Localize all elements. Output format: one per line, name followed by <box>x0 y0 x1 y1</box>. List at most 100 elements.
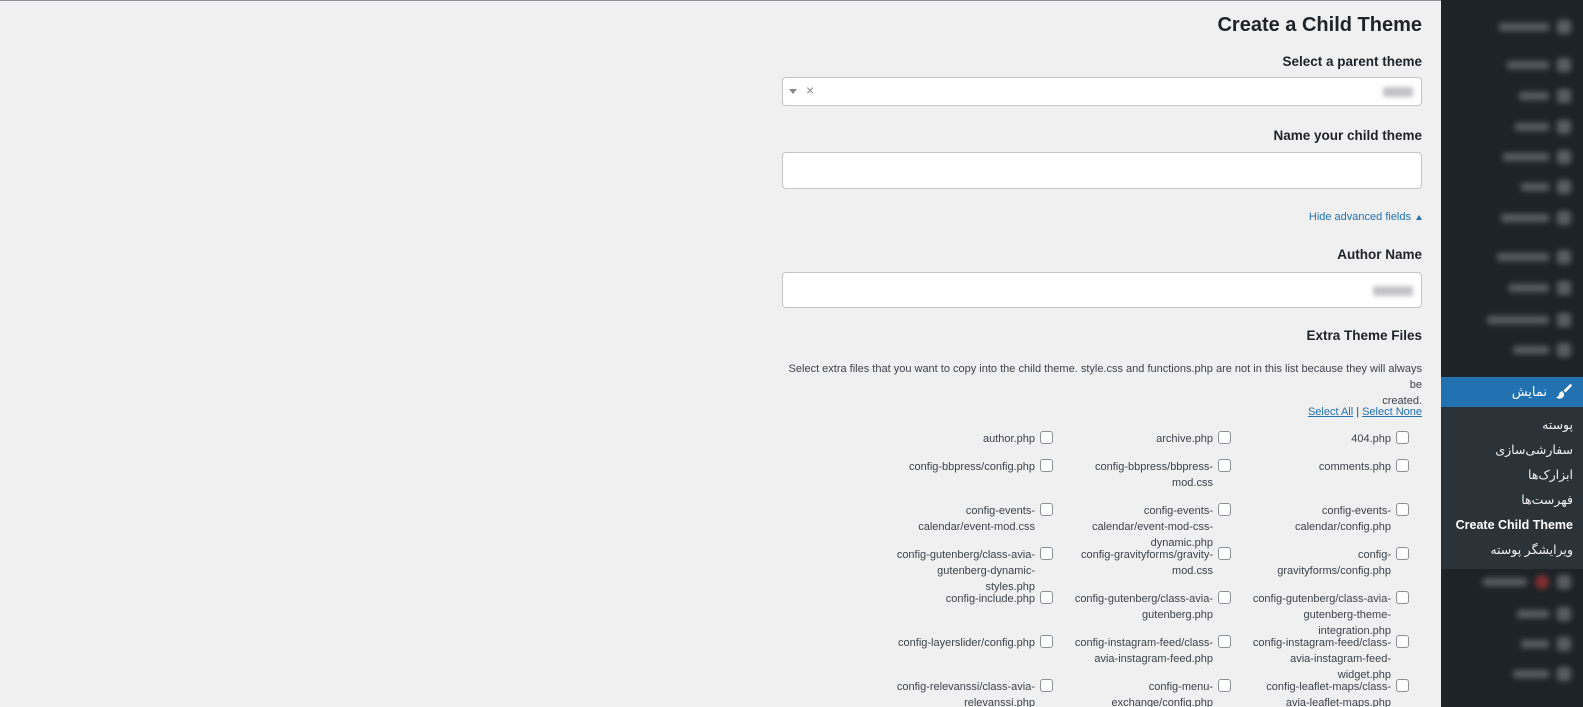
extra-files-description: Select extra files that you want to copy… <box>788 363 1422 407</box>
menu-icon <box>1557 20 1571 34</box>
chevron-down-icon[interactable] <box>789 89 797 94</box>
file-label: config-bbpress/config.php <box>909 461 1035 473</box>
top-border <box>0 0 1441 1</box>
sidebar-item-blurred[interactable] <box>1483 575 1571 589</box>
file-checkbox[interactable] <box>1396 591 1409 604</box>
selected-theme-value <box>1383 87 1413 97</box>
child-theme-name-input[interactable] <box>782 152 1422 189</box>
file-label: config-menu-exchange/config.php <box>1111 681 1213 707</box>
submenu-themes[interactable]: پوسته <box>1441 413 1583 438</box>
file-item[interactable]: config-layerslider/config.php <box>895 635 1053 651</box>
file-label: config-layerslider/config.php <box>898 637 1035 649</box>
sidebar-item-blurred[interactable] <box>1507 58 1571 72</box>
file-item[interactable]: config-instagram-feed/class-avia-instagr… <box>1073 635 1231 667</box>
file-item[interactable]: config-bbpress/bbpress-mod.css <box>1073 459 1231 491</box>
file-checkbox[interactable] <box>1218 547 1231 560</box>
sidebar-item-blurred[interactable] <box>1519 89 1571 103</box>
file-item[interactable]: config-gravityforms/config.php <box>1251 547 1409 579</box>
menu-icon <box>1557 120 1571 134</box>
file-checkbox[interactable] <box>1040 547 1053 560</box>
file-item[interactable]: config-gutenberg/class-avia-gutenberg.ph… <box>1073 591 1231 623</box>
file-checkbox[interactable] <box>1396 431 1409 444</box>
file-item[interactable]: config-gutenberg/class-avia-gutenberg-th… <box>1251 591 1409 639</box>
file-item[interactable]: comments.php <box>1251 459 1409 475</box>
file-item[interactable]: config-events-calendar/event-mod.css <box>895 503 1053 535</box>
menu-icon <box>1557 281 1571 295</box>
file-checkbox[interactable] <box>1040 503 1053 516</box>
menu-icon <box>1557 343 1571 357</box>
file-item[interactable]: config-leaflet-maps/class-avia-leaflet-m… <box>1251 679 1409 707</box>
file-label: config-gutenberg/class-avia-gutenberg.ph… <box>1074 593 1213 621</box>
sidebar-item-blurred[interactable] <box>1497 250 1571 264</box>
file-checkbox[interactable] <box>1218 679 1231 692</box>
sidebar-item-blurred[interactable] <box>1517 607 1571 621</box>
file-item[interactable]: config-gutenberg/class-avia-gutenberg-dy… <box>895 547 1053 595</box>
file-checkbox[interactable] <box>1218 459 1231 472</box>
file-label: config-include.php <box>945 593 1035 605</box>
submenu-theme-editor[interactable]: ویرایشگر پوسته <box>1441 538 1583 563</box>
file-label: author.php <box>983 433 1035 445</box>
sidebar-item-blurred[interactable] <box>1513 343 1571 357</box>
author-name-input[interactable] <box>782 272 1422 308</box>
file-checkbox[interactable] <box>1218 431 1231 444</box>
file-checkbox[interactable] <box>1396 635 1409 648</box>
sidebar-item-blurred[interactable] <box>1501 211 1571 225</box>
file-item[interactable]: config-bbpress/config.php <box>895 459 1053 475</box>
submenu-create-child-theme[interactable]: Create Child Theme <box>1441 513 1583 538</box>
sidebar-item-blurred[interactable] <box>1513 667 1571 681</box>
menu-icon <box>1557 575 1571 589</box>
submenu-menus[interactable]: فهرست‌ها <box>1441 488 1583 513</box>
parent-theme-select[interactable]: × <box>782 77 1422 106</box>
file-item[interactable]: config-include.php <box>895 591 1053 607</box>
file-checkbox[interactable] <box>1040 431 1053 444</box>
file-item[interactable]: author.php <box>895 431 1053 447</box>
sidebar-item-blurred[interactable] <box>1509 281 1571 295</box>
file-checkbox[interactable] <box>1040 591 1053 604</box>
file-checkbox[interactable] <box>1396 547 1409 560</box>
file-checkbox[interactable] <box>1396 503 1409 516</box>
file-checkbox[interactable] <box>1040 635 1053 648</box>
file-item[interactable]: config-gravityforms/gravity-mod.css <box>1073 547 1231 579</box>
file-checkbox[interactable] <box>1040 679 1053 692</box>
file-checkbox[interactable] <box>1396 679 1409 692</box>
sidebar-item-blurred[interactable] <box>1515 120 1571 134</box>
appearance-submenu: پوسته سفارشی‌سازی ابزارک‌ها فهرست‌ها Cre… <box>1441 407 1583 569</box>
file-label: config-gutenberg/class-avia-gutenberg-th… <box>1252 593 1391 637</box>
file-label: config-relevanssi/class-avia-relevanssi.… <box>896 681 1035 707</box>
sidebar-item-blurred[interactable] <box>1499 20 1571 34</box>
file-item[interactable]: config-events-calendar/config.php <box>1251 503 1409 535</box>
sidebar-item-blurred[interactable] <box>1503 150 1571 164</box>
sidebar-item-blurred[interactable] <box>1521 637 1571 651</box>
file-checkbox[interactable] <box>1218 503 1231 516</box>
file-checkbox[interactable] <box>1218 635 1231 648</box>
file-label: archive.php <box>1156 433 1213 445</box>
file-label: config-gravityforms/config.php <box>1277 549 1391 577</box>
submenu-widgets[interactable]: ابزارک‌ها <box>1441 463 1583 488</box>
menu-icon <box>1557 89 1571 103</box>
select-all-link[interactable]: Select All <box>1308 406 1353 418</box>
paintbrush-icon <box>1556 384 1572 399</box>
sidebar-item-blurred[interactable] <box>1487 313 1571 327</box>
menu-icon <box>1557 607 1571 621</box>
file-label: config-bbpress/bbpress-mod.css <box>1094 461 1213 489</box>
sidebar-item-appearance[interactable]: نمایش <box>1433 377 1583 407</box>
file-item[interactable]: config-relevanssi/class-avia-relevanssi.… <box>895 679 1053 707</box>
file-checkbox[interactable] <box>1396 459 1409 472</box>
file-item[interactable]: config-instagram-feed/class-avia-instagr… <box>1251 635 1409 683</box>
author-value <box>1373 286 1413 296</box>
file-checkbox[interactable] <box>1040 459 1053 472</box>
file-label: config-gutenberg/class-avia-gutenberg-dy… <box>896 549 1035 593</box>
file-item[interactable]: archive.php <box>1073 431 1231 447</box>
file-item[interactable]: 404.php <box>1251 431 1409 447</box>
page-title: Create a Child Theme <box>1217 14 1422 36</box>
select-none-link[interactable]: Select None <box>1362 406 1422 418</box>
hide-advanced-link[interactable]: Hide advanced fields <box>1309 211 1411 223</box>
hide-advanced-toggle[interactable]: Hide advanced fields <box>1309 211 1422 223</box>
submenu-customize[interactable]: سفارشی‌سازی <box>1441 438 1583 463</box>
file-checkbox[interactable] <box>1218 591 1231 604</box>
file-item[interactable]: config-events-calendar/event-mod-css-dyn… <box>1073 503 1231 551</box>
file-item[interactable]: config-menu-exchange/config.php <box>1073 679 1231 707</box>
clear-icon[interactable]: × <box>806 82 814 98</box>
sidebar-item-blurred[interactable] <box>1521 180 1571 194</box>
select-parent-label: Select a parent theme <box>1282 54 1422 69</box>
